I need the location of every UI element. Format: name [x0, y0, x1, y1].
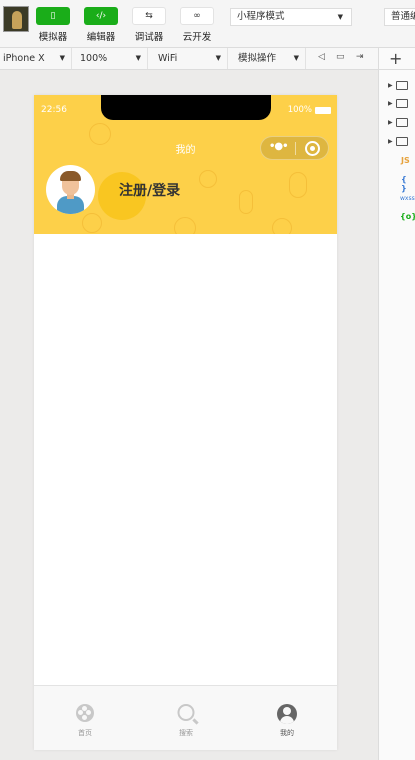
cloud-dev-button[interactable]: ∞	[180, 7, 214, 25]
debugger-toggle-button[interactable]: ⇆	[132, 7, 166, 25]
tree-folder[interactable]: ▶	[388, 81, 408, 90]
menu-capsule[interactable]: •●•	[260, 136, 329, 160]
folder-icon	[395, 81, 408, 90]
close-target-icon[interactable]	[305, 141, 320, 156]
tree-folder[interactable]: ▶	[388, 118, 408, 127]
chevron-right-icon: ▶	[388, 82, 393, 89]
debugger-label: 调试器	[134, 32, 164, 43]
chevron-down-icon: ▼	[215, 54, 221, 62]
tab-home[interactable]: 首页	[55, 686, 115, 748]
decoration	[174, 217, 196, 234]
battery-icon	[315, 106, 331, 114]
device-bar: iPhone X ▼ 100% ▼ WiFi ▼ 模拟操作 ▼ ◁ ▭ ⇥	[0, 48, 378, 70]
cloud-dev-label: 云开发	[182, 32, 212, 43]
decoration	[289, 172, 307, 198]
status-time: 22:56	[41, 105, 67, 115]
tab-search-label: 搜索	[179, 729, 193, 737]
profile-header: 22:56 100% 我的 •●• 注册/登录	[34, 95, 337, 234]
network-select-value: WiFi	[158, 53, 178, 64]
folder-icon	[395, 118, 408, 127]
zoom-select[interactable]: 100% ▼	[72, 48, 148, 69]
wxss-file-icon: wxss	[400, 195, 415, 202]
chevron-right-icon: ▶	[388, 100, 393, 107]
capsule-divider	[295, 142, 296, 155]
mode-select-value: 小程序模式	[237, 11, 285, 22]
editor-toggle-button[interactable]: ‹/›	[84, 7, 118, 25]
chevron-down-icon: ▼	[293, 54, 299, 62]
decoration	[239, 190, 253, 214]
window-icon[interactable]: ▭	[336, 52, 345, 62]
file-tree-panel: + ▶ ▶ ▶ ▶ JS { } wxss {o}	[378, 48, 415, 760]
mode-select[interactable]: 小程序模式 ▼	[230, 8, 352, 26]
user-avatar[interactable]	[3, 6, 29, 32]
add-file-icon[interactable]: +	[389, 49, 402, 68]
decoration	[82, 213, 102, 233]
chevron-right-icon: ▶	[388, 138, 393, 145]
editor-label: 编辑器	[86, 32, 116, 43]
code-icon: ‹/›	[95, 11, 107, 21]
login-register-link[interactable]: 注册/登录	[119, 180, 180, 200]
wxml-file-icon: {o}	[400, 212, 415, 221]
phone-notch	[101, 95, 271, 120]
simulate-operation-value: 模拟操作	[238, 53, 277, 64]
more-dots-icon[interactable]: •●•	[269, 141, 288, 152]
cloud-icon: ∞	[193, 11, 201, 21]
folder-icon	[395, 99, 408, 108]
profile-avatar[interactable]	[46, 165, 95, 214]
search-icon	[177, 704, 195, 721]
user-icon	[277, 704, 297, 724]
compile-mode-value: 普通编	[391, 11, 415, 22]
tab-home-label: 首页	[78, 729, 92, 737]
js-file-icon: JS	[401, 156, 410, 165]
decoration	[199, 170, 217, 188]
tab-mine-label: 我的	[280, 729, 294, 737]
simulator-toggle-button[interactable]: ▯	[36, 7, 70, 25]
tab-mine[interactable]: 我的	[257, 686, 317, 748]
file-tree-header: +	[379, 48, 415, 70]
json-file-icon: { }	[401, 175, 407, 193]
chevron-down-icon: ▼	[59, 54, 65, 62]
top-toolbar: ▯ 模拟器 ‹/› 编辑器 ⇆ 调试器 ∞ 云开发 小程序模式 ▼ 普通编	[0, 0, 415, 48]
decoration	[272, 218, 292, 234]
tree-file-js[interactable]: JS	[401, 156, 410, 165]
chevron-down-icon: ▼	[135, 54, 141, 62]
volume-icon[interactable]: ◁	[318, 52, 325, 62]
phone-icon: ▯	[50, 11, 56, 21]
network-select[interactable]: WiFi ▼	[148, 48, 228, 69]
status-battery: 100%	[288, 105, 331, 115]
tree-folder[interactable]: ▶	[388, 137, 408, 146]
chevron-right-icon: ▶	[388, 119, 393, 126]
tree-file-wxml[interactable]: {o}	[400, 212, 415, 221]
avatar-hair	[60, 171, 81, 181]
phone-simulator: 22:56 100% 我的 •●• 注册/登录 首页 搜索 我的	[34, 95, 337, 750]
device-select-value: iPhone X	[3, 53, 45, 64]
simulator-label: 模拟器	[38, 32, 68, 43]
battery-level: 100%	[287, 105, 312, 115]
rotate-icon[interactable]: ⇥	[356, 52, 364, 62]
tab-search[interactable]: 搜索	[156, 686, 216, 748]
tree-file-wxss[interactable]: wxss	[400, 195, 415, 202]
simulate-operation-select[interactable]: 模拟操作 ▼	[228, 48, 306, 69]
folder-icon	[395, 137, 408, 146]
tree-folder[interactable]: ▶	[388, 99, 408, 108]
debug-icon: ⇆	[145, 11, 153, 21]
compile-mode-select[interactable]: 普通编	[384, 8, 415, 26]
device-select[interactable]: iPhone X ▼	[0, 48, 72, 69]
chevron-down-icon: ▼	[337, 13, 343, 21]
film-icon	[76, 704, 94, 722]
tab-bar: 首页 搜索 我的	[34, 685, 337, 750]
tree-file-json[interactable]: { }	[401, 175, 415, 193]
zoom-select-value: 100%	[80, 53, 108, 64]
